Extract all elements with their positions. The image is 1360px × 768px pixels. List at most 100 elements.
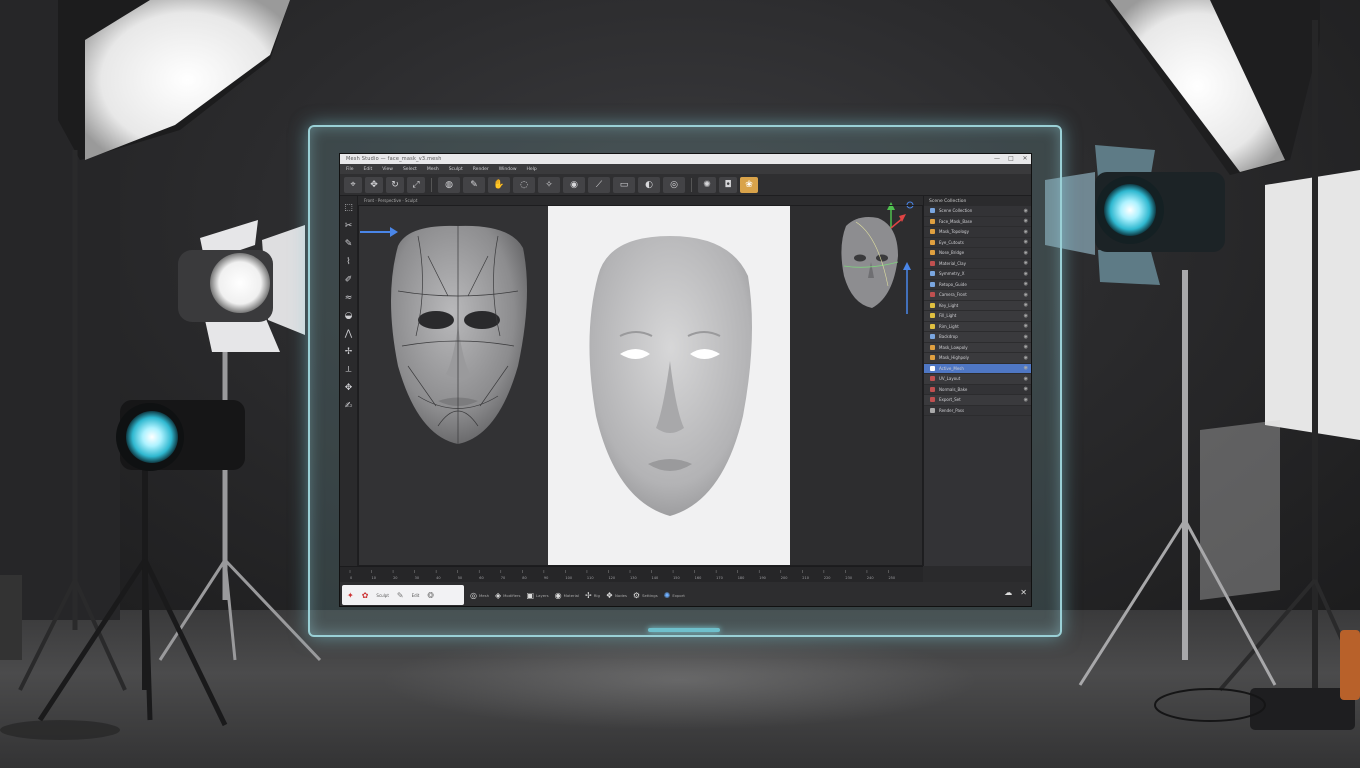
outliner-item[interactable]: Nose_Bridge ◉: [924, 248, 1031, 259]
dock-layers[interactable]: ▣ Layers: [526, 591, 548, 600]
dock-export[interactable]: ✺ Export: [664, 591, 685, 600]
edit-workspace-label[interactable]: Edit: [412, 593, 420, 598]
3d-viewport[interactable]: Front · Perspective · Sculpt: [358, 196, 923, 566]
render-workspace-icon[interactable]: ❂: [427, 591, 434, 600]
outliner-item[interactable]: Scene Collection ◉: [924, 206, 1031, 217]
pinch-icon[interactable]: ✧: [538, 176, 560, 193]
visibility-icon[interactable]: ◉: [1024, 229, 1028, 235]
sphere-icon[interactable]: ◍: [438, 176, 460, 193]
visibility-icon[interactable]: ◉: [1024, 218, 1028, 224]
dock-nodes[interactable]: ❖ Nodes: [606, 591, 627, 600]
visibility-icon[interactable]: ◉: [1024, 239, 1028, 245]
brush-icon[interactable]: ✎: [463, 176, 485, 193]
outliner-item[interactable]: Mask_Topology ◉: [924, 227, 1031, 238]
visibility-icon[interactable]: ◉: [1024, 365, 1028, 371]
outliner-item[interactable]: Retopo_Guide ◉: [924, 280, 1031, 290]
close-button[interactable]: ✕: [1021, 155, 1029, 163]
menu-file[interactable]: File: [346, 167, 354, 172]
render-icon[interactable]: ◎: [663, 176, 685, 193]
outliner-item[interactable]: Normals_Bake ◉: [924, 385, 1031, 395]
crease-icon[interactable]: ⟋: [588, 176, 610, 193]
dock-settings[interactable]: ⚙ Settings: [633, 591, 658, 600]
visibility-icon[interactable]: ◉: [1024, 250, 1028, 256]
timeline-bar[interactable]: 0 10 20 30 40 50 60 70 80 90 100 110 120 130 140 150 160…: [340, 566, 923, 582]
outliner-item[interactable]: Fill_Light ◉: [924, 311, 1031, 322]
cursor-icon[interactable]: ⌖: [344, 176, 362, 193]
brush-tool-icon[interactable]: ✎: [343, 238, 355, 250]
workspace-logo-icon[interactable]: ✦: [347, 591, 354, 600]
maximize-button[interactable]: □: [1007, 155, 1015, 163]
inflate-icon[interactable]: ◉: [563, 176, 585, 193]
flatten-icon[interactable]: ▭: [613, 176, 635, 193]
dock-material[interactable]: ◉ Material: [555, 591, 579, 600]
move-icon[interactable]: ✥: [365, 176, 383, 193]
outliner-item[interactable]: Mask_Lowpoly ◉: [924, 342, 1031, 353]
visibility-icon[interactable]: ◉: [1024, 355, 1028, 361]
menu-mesh[interactable]: Mesh: [427, 167, 439, 172]
menu-render[interactable]: Render: [473, 167, 489, 172]
outliner-item[interactable]: Eye_Cutouts ◉: [924, 238, 1031, 248]
outliner-item[interactable]: Key_Light ◉: [924, 300, 1031, 311]
visibility-icon[interactable]: ◉: [1024, 313, 1028, 319]
menu-help[interactable]: Help: [527, 167, 537, 172]
menu-view[interactable]: View: [382, 167, 393, 172]
visibility-icon[interactable]: ◉: [1024, 208, 1028, 214]
viewport-canvas[interactable]: [358, 196, 923, 566]
minimize-button[interactable]: —: [993, 155, 1001, 163]
dock-rig[interactable]: ✢ Rig: [585, 591, 600, 600]
menu-edit[interactable]: Edit: [364, 167, 373, 172]
visibility-icon[interactable]: ◉: [1024, 344, 1028, 350]
cloud-sync-icon[interactable]: ☁: [1004, 588, 1012, 597]
timeline-tick-label: 180: [738, 576, 745, 580]
visibility-icon[interactable]: ◉: [1024, 397, 1028, 403]
outliner-item[interactable]: Render_Pass: [924, 406, 1031, 416]
clay-tool-icon[interactable]: ◒: [343, 310, 355, 322]
sculpt-workspace-icon[interactable]: ✿: [362, 591, 369, 600]
pose-tool-icon[interactable]: ✢: [343, 346, 355, 358]
menu-select[interactable]: Select: [403, 167, 417, 172]
outliner-item[interactable]: Material_Clay ◉: [924, 259, 1031, 269]
annotate-tool-icon[interactable]: ✍: [343, 400, 355, 412]
outliner-item[interactable]: Camera_Front ◉: [924, 290, 1031, 301]
visibility-icon[interactable]: ◉: [1024, 271, 1028, 277]
camera-icon[interactable]: ◘: [719, 176, 737, 193]
edit-workspace-icon[interactable]: ✎: [397, 591, 404, 600]
outliner-item[interactable]: Symmetry_X ◉: [924, 269, 1031, 280]
menu-sculpt[interactable]: Sculpt: [449, 167, 463, 172]
visibility-icon[interactable]: ◉: [1024, 292, 1028, 298]
visibility-icon[interactable]: ◉: [1024, 386, 1028, 392]
outliner-item[interactable]: Backdrop ◉: [924, 332, 1031, 343]
scale-icon[interactable]: ⤢: [407, 176, 425, 193]
dock-modifiers[interactable]: ◈ Modifiers: [495, 591, 521, 600]
visibility-icon[interactable]: ◉: [1024, 281, 1028, 287]
menu-window[interactable]: Window: [499, 167, 517, 172]
mask-icon[interactable]: ◐: [638, 176, 660, 193]
measure-tool-icon[interactable]: ⟂: [343, 364, 355, 376]
close-panel-icon[interactable]: ✕: [1020, 588, 1027, 597]
smooth-tool-icon[interactable]: ≈: [343, 292, 355, 304]
outliner-item[interactable]: Export_Set ◉: [924, 395, 1031, 406]
visibility-icon[interactable]: ◉: [1024, 302, 1028, 308]
knife-tool-icon[interactable]: ✂: [343, 220, 355, 232]
rotate-icon[interactable]: ↻: [386, 176, 404, 193]
visibility-icon[interactable]: ◉: [1024, 376, 1028, 382]
visibility-icon[interactable]: ◉: [1024, 323, 1028, 329]
dock-mesh[interactable]: ◎ Mesh: [470, 591, 489, 600]
outliner-item[interactable]: Rim_Light ◉: [924, 321, 1031, 332]
draw-tool-icon[interactable]: ✐: [343, 274, 355, 286]
smooth-icon[interactable]: ◌: [513, 176, 535, 193]
select-tool-icon[interactable]: ⬚: [343, 202, 355, 214]
sculpt-workspace-label[interactable]: Sculpt: [376, 593, 389, 598]
transform-tool-icon[interactable]: ✥: [343, 382, 355, 394]
visibility-icon[interactable]: ◉: [1024, 260, 1028, 266]
outliner-item[interactable]: Mask_Highpoly ◉: [924, 353, 1031, 364]
grab-icon[interactable]: ✋: [488, 176, 510, 193]
crease-tool-icon[interactable]: ⋀: [343, 328, 355, 340]
material-icon[interactable]: ❀: [740, 176, 758, 193]
outliner-item-selected[interactable]: Active_Mesh ◉: [924, 363, 1031, 374]
light-icon[interactable]: ✺: [698, 176, 716, 193]
snake-hook-icon[interactable]: ⌇: [343, 256, 355, 268]
visibility-icon[interactable]: ◉: [1024, 334, 1028, 340]
outliner-item[interactable]: Face_Mask_Base ◉: [924, 217, 1031, 227]
outliner-item[interactable]: UV_Layout ◉: [924, 374, 1031, 385]
